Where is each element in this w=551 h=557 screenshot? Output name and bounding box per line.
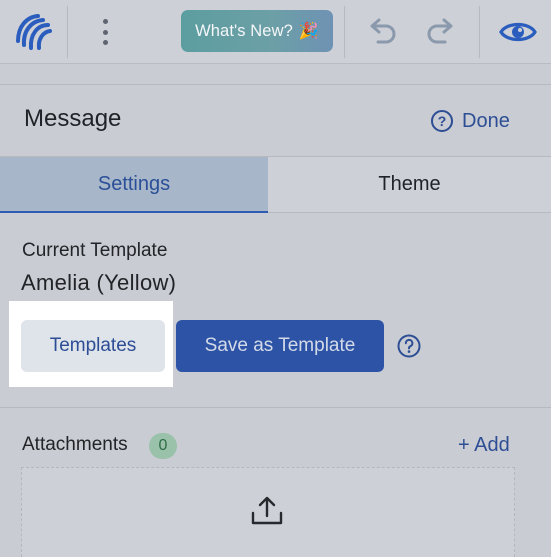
attachments-label: Attachments bbox=[22, 434, 128, 455]
help-icon[interactable] bbox=[397, 334, 421, 358]
tab-settings[interactable]: Settings bbox=[0, 157, 268, 213]
done-area: ? Done bbox=[431, 107, 510, 135]
templates-button[interactable]: Templates bbox=[21, 320, 165, 372]
panel-tabs: Settings Theme bbox=[0, 156, 551, 213]
save-as-template-button[interactable]: Save as Template bbox=[176, 320, 384, 372]
undo-icon[interactable] bbox=[364, 14, 400, 50]
tab-theme[interactable]: Theme bbox=[268, 157, 551, 213]
message-panel: Message ? Done Settings Theme Current Te… bbox=[0, 84, 551, 557]
panel-title: Message bbox=[24, 105, 122, 132]
upload-icon bbox=[251, 496, 283, 525]
eye-icon[interactable] bbox=[498, 14, 538, 50]
party-popper-icon: 🎉 bbox=[298, 23, 319, 40]
whats-new-button[interactable]: What's New? 🎉 bbox=[181, 10, 333, 52]
section-divider bbox=[0, 407, 551, 408]
redo-icon[interactable] bbox=[423, 14, 459, 50]
toolbar-divider bbox=[344, 6, 345, 58]
current-template-value: Amelia (Yellow) bbox=[21, 270, 177, 295]
logo-icon[interactable] bbox=[12, 11, 54, 53]
top-toolbar: What's New? 🎉 bbox=[0, 0, 551, 64]
kebab-menu-icon[interactable] bbox=[94, 16, 116, 48]
toolbar-divider bbox=[67, 6, 68, 58]
help-icon[interactable]: ? bbox=[431, 110, 453, 132]
current-template-label: Current Template bbox=[22, 240, 168, 261]
whats-new-label: What's New? bbox=[195, 21, 293, 40]
add-attachment-button[interactable]: + Add bbox=[458, 434, 510, 457]
done-button[interactable]: Done bbox=[462, 110, 510, 133]
attachments-count-badge: 0 bbox=[149, 433, 177, 459]
toolbar-divider bbox=[479, 6, 480, 58]
